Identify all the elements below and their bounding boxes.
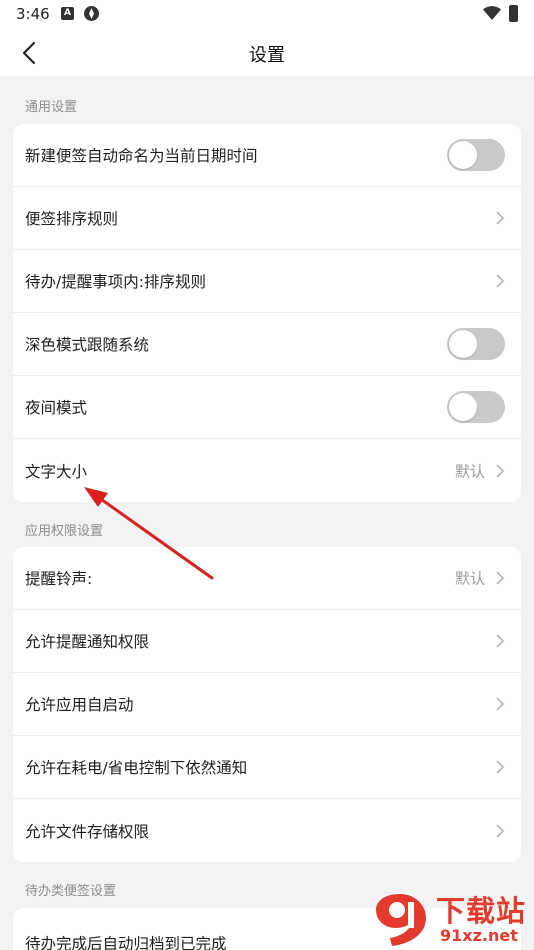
setting-label: 允许提醒通知权限 [25, 633, 150, 651]
setting-row-storage-permission[interactable]: 允许文件存储权限 [13, 799, 521, 862]
setting-row-autostart[interactable]: 允许应用自启动 [13, 673, 521, 736]
auto-name-toggle[interactable] [447, 139, 505, 171]
chevron-right-icon [496, 634, 505, 648]
setting-row-dark-mode-follow[interactable]: 深色模式跟随系统 [13, 313, 521, 376]
chevron-right-icon [496, 823, 505, 838]
watermark-url: 91xz.net [438, 926, 520, 945]
chevron-right-icon [496, 571, 505, 585]
watermark-logo-icon [376, 894, 426, 946]
title-bar: 设置 [0, 30, 534, 76]
setting-row-notification-permission[interactable]: 允许提醒通知权限 [13, 610, 521, 673]
toggle-knob [449, 393, 477, 421]
chevron-right-icon [496, 211, 505, 225]
night-mode-toggle[interactable] [447, 391, 505, 423]
setting-value: 默认 [454, 462, 485, 480]
setting-row-night-mode[interactable]: 夜间模式 [13, 376, 521, 439]
setting-label: 夜间模式 [25, 399, 88, 417]
setting-label: 文字大小 [25, 462, 88, 481]
wifi-icon [483, 6, 501, 20]
toggle-knob [449, 141, 477, 169]
chevron-right-icon [496, 463, 505, 478]
setting-row-todo-sort-rule[interactable]: 待办/提醒事项内:排序规则 [13, 250, 521, 313]
setting-label: 便签排序规则 [25, 210, 119, 228]
setting-row-reminder-ringtone[interactable]: 提醒铃声: 默认 [13, 547, 521, 610]
setting-label: 允许应用自启动 [25, 696, 134, 714]
section-label-permissions: 应用权限设置 [25, 524, 104, 539]
chevron-right-icon [496, 697, 505, 711]
general-settings-card: 新建便签自动命名为当前日期时间 便签排序规则 待办/提醒事项内:排序规则 深色模… [13, 124, 521, 502]
setting-label: 新建便签自动命名为当前日期时间 [25, 147, 258, 165]
app-notification-icon: A [61, 7, 74, 20]
setting-label: 深色模式跟随系统 [25, 336, 150, 354]
dark-mode-follow-toggle[interactable] [447, 328, 505, 360]
setting-label[interactable]: 待办完成后自动归档到已完成 [25, 932, 227, 950]
chevron-right-icon [496, 274, 505, 288]
permission-settings-card: 提醒铃声: 默认 允许提醒通知权限 允许应用自启动 允许在耗电/省电控制下依然通… [13, 547, 521, 862]
watermark: 下载站 91xz.net [370, 888, 534, 950]
status-time: 3:46 [16, 5, 50, 23]
setting-label: 提醒铃声: [25, 570, 93, 588]
setting-label: 允许在耗电/省电控制下依然通知 [25, 759, 248, 777]
setting-label: 待办/提醒事项内:排序规则 [25, 273, 206, 291]
section-label-todo: 待办类便签设置 [25, 884, 117, 899]
watermark-title: 下载站 [436, 894, 527, 928]
setting-row-battery-notify[interactable]: 允许在耗电/省电控制下依然通知 [13, 736, 521, 799]
section-label-general: 通用设置 [25, 100, 78, 115]
toggle-knob [449, 330, 477, 358]
battery-icon [509, 5, 518, 22]
setting-value: 默认 [454, 569, 485, 588]
setting-row-auto-name[interactable]: 新建便签自动命名为当前日期时间 [13, 124, 521, 187]
setting-row-sort-rule[interactable]: 便签排序规则 [13, 187, 521, 250]
page-title: 设置 [249, 45, 285, 66]
vpn-icon [84, 6, 99, 21]
chevron-right-icon [496, 760, 505, 774]
setting-label: 允许文件存储权限 [25, 822, 150, 841]
status-bar: 3:46 A [0, 0, 534, 30]
setting-row-font-size[interactable]: 文字大小 默认 [13, 439, 521, 502]
